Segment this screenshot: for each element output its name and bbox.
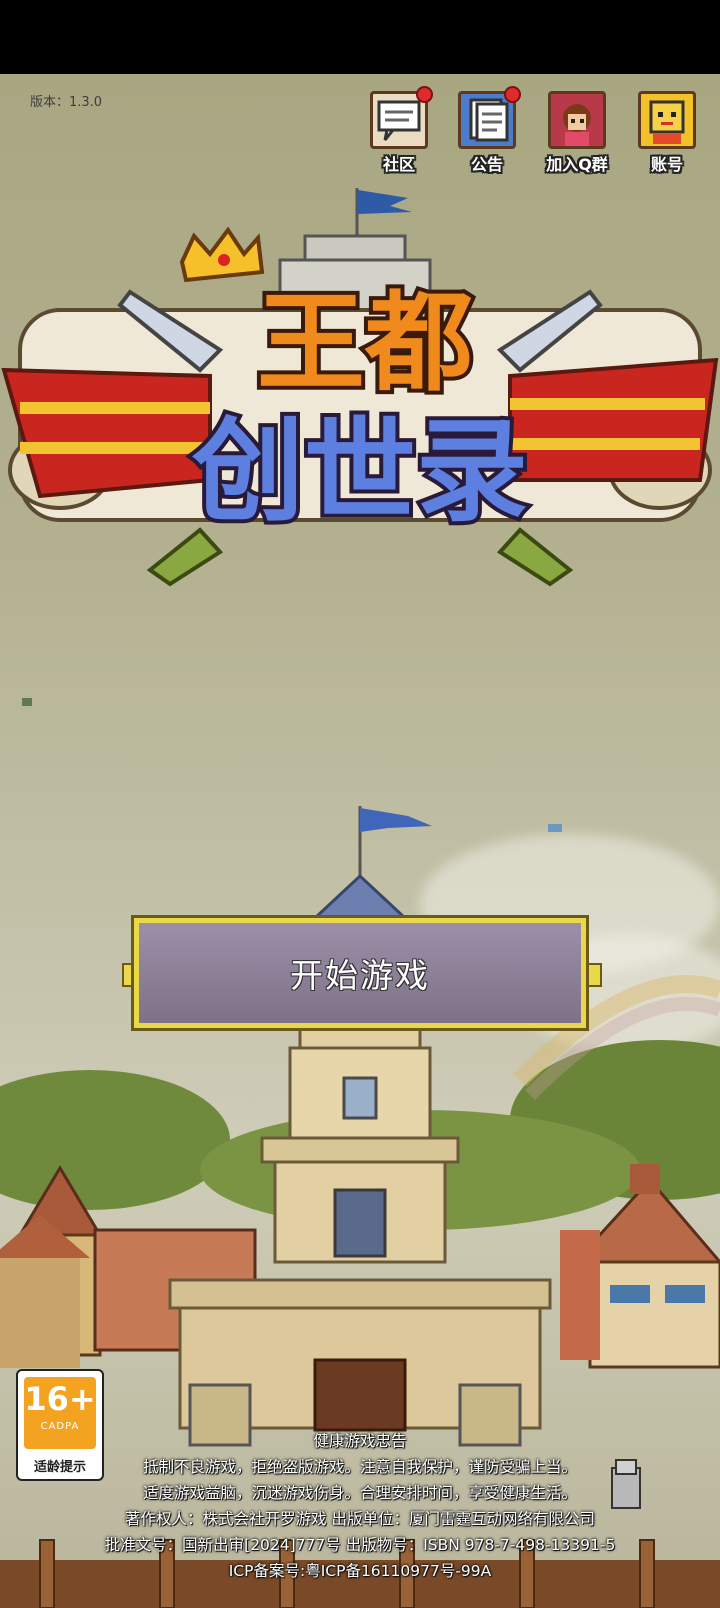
game-title-screen: 王都 创世录 版本：1.3.0 社区 公告 加入Q群 账号 开始游戏 16+ C… (0, 0, 720, 1608)
logo-line2: 创世录 (192, 407, 528, 537)
button-ornament-right (586, 963, 602, 987)
join-qq-group-label: 加入Q群 (546, 155, 608, 174)
community-label: 社区 (382, 155, 415, 174)
version-label: 版本：1.3.0 (30, 95, 103, 110)
start-game-button[interactable]: 开始游戏 (131, 915, 589, 1031)
join-qq-group-avatar-icon (548, 91, 606, 149)
account-label: 账号 (650, 155, 683, 174)
account-face-icon (638, 91, 696, 149)
age-rating-value: 16+ (24, 1380, 96, 1418)
health-game-notice: 健康游戏忠告 抵制不良游戏，拒绝盗版游戏。注意自我保护，谨防受骗上当。 适度游戏… (0, 1428, 720, 1584)
account-button[interactable]: 账号 (632, 91, 702, 174)
copyright-line: 著作权人：株式会社开罗游戏 出版单位：厦门雷霆互动网络有限公司 (125, 1510, 595, 1528)
notification-dot (504, 86, 521, 103)
status-bar (0, 0, 720, 74)
join-qq-group-button[interactable]: 加入Q群 (542, 91, 612, 174)
game-logo: 王都 创世录 (1, 188, 719, 587)
icp-line: ICP备案号:粤ICP备16110977号-99A (228, 1562, 492, 1580)
announcement-button[interactable]: 公告 (452, 86, 522, 174)
logo-line1: 王都 (257, 281, 473, 406)
community-button[interactable]: 社区 (364, 86, 434, 174)
notification-dot (416, 86, 433, 103)
announcement-label: 公告 (470, 155, 503, 174)
notice-line: 抵制不良游戏，拒绝盗版游戏。注意自我保护，谨防受骗上当。 (142, 1458, 577, 1476)
notice-line: 适度游戏益脑，沉迷游戏伤身。合理安排时间，享受健康生活。 (142, 1484, 577, 1502)
announcement-document-icon (458, 86, 521, 149)
notice-heading: 健康游戏忠告 (313, 1432, 407, 1450)
community-speech-bubble-icon (370, 86, 433, 149)
start-game-label: 开始游戏 (290, 956, 430, 995)
approval-line: 批准文号：国新出审[2024]777号 出版物号：ISBN 978-7-498-… (104, 1536, 616, 1554)
